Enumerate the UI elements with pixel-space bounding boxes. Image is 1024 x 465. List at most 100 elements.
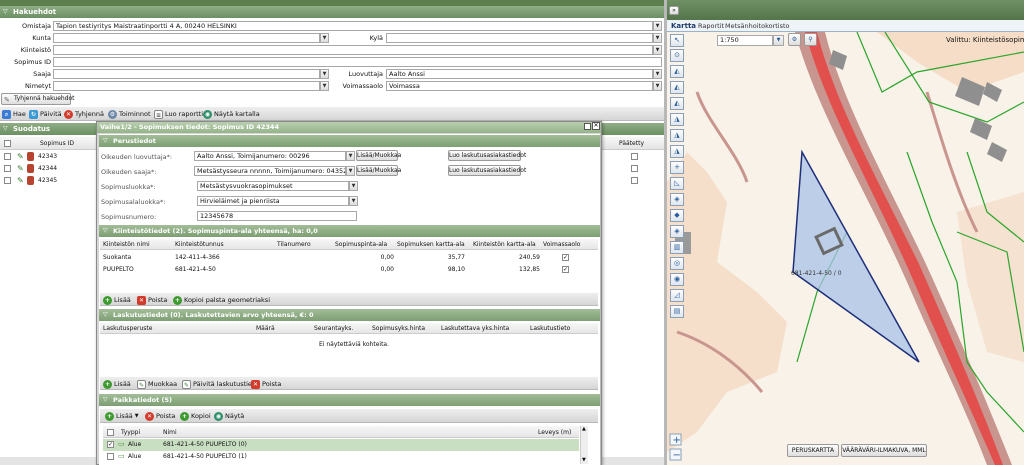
contract-id-field[interactable]	[53, 57, 662, 67]
col-header-amount[interactable]: Määrä	[256, 325, 275, 332]
col-header-contract-id[interactable]: Sopimus ID	[40, 140, 74, 147]
property-field[interactable]	[53, 45, 653, 55]
billing-remove-button[interactable]: ✕ Poista	[251, 378, 281, 390]
basemap-button[interactable]: PERUSKARTTA	[787, 444, 839, 457]
maximize-icon[interactable]	[584, 123, 591, 130]
collapse-icon[interactable]: ▽	[3, 123, 8, 135]
select-all-checkbox[interactable]	[4, 140, 11, 147]
edit-icon[interactable]: ✎	[17, 164, 24, 173]
table-row[interactable]: ✎ 42345	[0, 175, 98, 187]
collapse-icon[interactable]: ▽	[3, 6, 8, 18]
col-header-contract-area[interactable]: Sopimuspinta-ala	[335, 241, 387, 248]
col-header-property-map-area[interactable]: Kiinteistön kartta-ala	[473, 241, 536, 248]
named-dropdown-button[interactable]: ▼	[320, 81, 329, 91]
split-tool-button[interactable]: ◭	[670, 97, 684, 110]
ruler-tool-button[interactable]: ◿	[670, 289, 684, 302]
copy-geometry-button[interactable]: + Kopioi palsta geometriaksi	[173, 294, 270, 306]
show-map-button[interactable]: ◉ Näytä kartalla	[203, 108, 260, 120]
location-info-header[interactable]: Paikkatiedot (5)	[99, 394, 600, 406]
col-header-type[interactable]: Tyyppi	[121, 429, 140, 436]
contract-subtype-field[interactable]: Hirvieläimet ja pienriista	[197, 196, 349, 206]
add-point-tool-button[interactable]: +	[670, 161, 684, 174]
ended-checkbox[interactable]	[631, 165, 638, 172]
report-button[interactable]: ≡ Luo raportti	[154, 108, 203, 120]
village-field[interactable]	[386, 33, 653, 43]
receiver-right-dropdown[interactable]: ▼	[346, 166, 355, 176]
select-tool-button[interactable]: ↖	[670, 34, 684, 47]
transferor-dropdown-button[interactable]: ▼	[653, 69, 662, 79]
contract-number-field[interactable]: 12345678	[197, 211, 357, 221]
actions-button[interactable]: ⚙ Toiminnot	[108, 108, 151, 120]
receiver-right-field[interactable]: Metsästysseura nnnnn, Toimijanumero: 043…	[194, 166, 346, 176]
contract-type-field[interactable]: Metsästysvuokrasopimukset	[197, 181, 349, 191]
receiver-dropdown-button[interactable]: ▼	[320, 69, 329, 79]
receiver-billing-button[interactable]: Luo laskutusasiakastiedot	[448, 165, 526, 176]
validity-checkbox[interactable]: ✓	[562, 254, 569, 261]
col-header-property-code[interactable]: Kiinteistötunnus	[175, 241, 224, 248]
measure-tool-button[interactable]: ◎	[670, 257, 684, 270]
property-dropdown-button[interactable]: ▼	[653, 45, 662, 55]
ended-checkbox[interactable]	[631, 153, 638, 160]
col-header-billable-unit-price[interactable]: Laskutettava yks.hinta	[441, 325, 509, 332]
billing-add-button[interactable]: + Lisää	[103, 378, 131, 390]
location-remove-button[interactable]: ✕ Poista	[145, 410, 175, 422]
table-row[interactable]: ▭ Alue 681-421-4-50 PUUPELTO (1)	[103, 451, 579, 463]
location-show-button[interactable]: ◉ Näytä	[214, 410, 244, 422]
validity-checkbox[interactable]: ✓	[562, 266, 569, 273]
location-select-all-checkbox[interactable]	[107, 429, 114, 436]
table-row[interactable]: Suokanta 142-411-4-366 0,00 35,77 240,59…	[100, 252, 598, 264]
row-checkbox[interactable]	[4, 153, 11, 160]
map-location-button[interactable]: ⚲	[804, 33, 817, 46]
property-add-button[interactable]: + Lisää	[103, 294, 131, 306]
aerial-basemap-button[interactable]: VÄÄRÄVÄRI-ILMAKUVA, MML	[841, 444, 927, 457]
draw-line-tool-button[interactable]: ◺	[670, 177, 684, 190]
edit-area-tool-button[interactable]: ◭	[670, 81, 684, 94]
transferor-right-dropdown[interactable]: ▼	[346, 151, 355, 161]
scale-dropdown-button[interactable]: ▼	[773, 35, 784, 46]
col-header-billing-info[interactable]: Laskutustieto	[530, 325, 570, 332]
col-header-validity[interactable]: Voimassaolo	[543, 241, 580, 248]
col-header-plot-number[interactable]: Tilanumero	[277, 241, 311, 248]
col-header-tracking-unit[interactable]: Seurantayks.	[314, 325, 353, 332]
tab-forest-records[interactable]: Metsänhoitokortisto	[725, 22, 790, 30]
erase-tool-button[interactable]: ◈	[670, 225, 684, 238]
row-checkbox[interactable]	[4, 165, 11, 172]
table-row[interactable]: PUUPELTO 681-421-4-50 0,00 98,10 132,85 …	[100, 264, 598, 276]
dialog-title-bar[interactable]: Vaihe1/2 - Sopimuksen tiedot: Sopimus ID…	[97, 122, 601, 133]
transferor-field[interactable]: Aalto Anssi	[386, 69, 653, 79]
col-header-ended[interactable]: Päätetty	[619, 140, 644, 147]
pan-tool-button[interactable]: ⊙	[670, 49, 684, 62]
contract-type-dropdown[interactable]: ▼	[349, 181, 358, 191]
location-add-button[interactable]: + Lisää ▼	[105, 410, 139, 422]
edit-icon[interactable]: ✎	[17, 176, 24, 185]
property-remove-button[interactable]: ✕ Poista	[137, 294, 167, 306]
close-icon[interactable]: ✕	[592, 122, 600, 130]
billing-info-header[interactable]: Laskutustiedot (0). Laskutettavien arvo …	[99, 309, 600, 321]
row-checkbox[interactable]: ✓	[107, 441, 114, 448]
billing-edit-button[interactable]: ✎ Muokkaa	[137, 378, 177, 390]
col-header-contract-map-area[interactable]: Sopimuksen kartta-ala	[397, 241, 465, 248]
clear-search-button[interactable]: ✎ Tyhjennä hakuehdot	[1, 93, 75, 105]
merge-tool-button[interactable]: ◮	[670, 113, 684, 126]
basic-info-header[interactable]: Perustiedot	[99, 135, 600, 147]
property-info-header[interactable]: Kiinteistötiedot (2). Sopimuspinta-ala y…	[99, 225, 600, 237]
validity-dropdown-button[interactable]: ▼	[653, 81, 662, 91]
col-header-name[interactable]: Nimi	[163, 429, 177, 436]
municipality-field[interactable]	[53, 33, 320, 43]
col-header-property-name[interactable]: Kiinteistön nimi	[103, 241, 150, 248]
draw-area-tool-button[interactable]: ◭	[670, 65, 684, 78]
search-panel-header[interactable]: ▽ Hakuehdot	[0, 6, 664, 18]
owner-dropdown-button[interactable]: ▼	[653, 21, 662, 31]
transferor-add-edit-button[interactable]: Lisää/Muokkaa	[356, 150, 401, 161]
print-tool-button[interactable]: ▤	[670, 305, 684, 318]
location-scrollbar[interactable]: ▲ ▼	[580, 426, 588, 464]
row-checkbox[interactable]	[4, 177, 11, 184]
tab-map[interactable]: Kartta	[671, 22, 696, 30]
contract-subtype-dropdown[interactable]: ▼	[349, 196, 358, 206]
receiver-add-edit-button[interactable]: Lisää/Muokkaa	[356, 165, 401, 176]
transferor-billing-button[interactable]: Luo laskutusasiakastiedot	[448, 150, 526, 161]
col-header-contract-unit-price[interactable]: Sopimusyks.hinta	[372, 325, 425, 332]
dialog-scrollbar[interactable]	[600, 134, 601, 465]
map-canvas[interactable]: 681-421-4-50 / 0 + −	[667, 32, 1024, 465]
clear-button[interactable]: ✕ Tyhjennä	[64, 108, 104, 120]
